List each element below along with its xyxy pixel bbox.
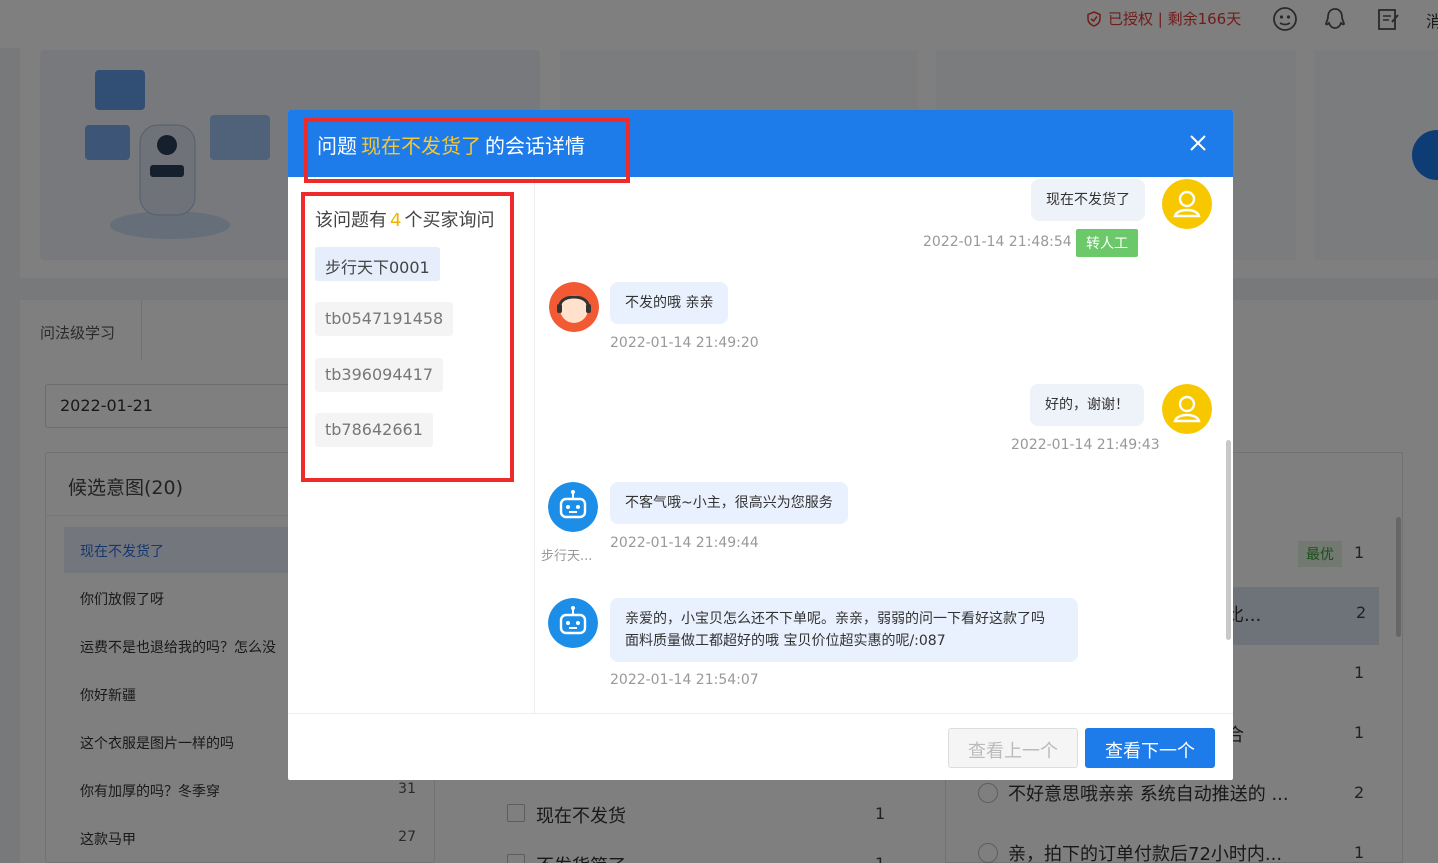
- chat-bubble-agent: 不发的哦 亲亲: [610, 282, 729, 324]
- agent-avatar-icon: [549, 282, 599, 332]
- message-time: 2022-01-14 21:48:54: [923, 234, 1072, 250]
- modal-footer: 查看上一个 查看下一个: [288, 713, 1233, 780]
- robot-avatar-icon: [548, 482, 598, 532]
- robot-avatar-icon: [548, 598, 598, 648]
- next-button[interactable]: 查看下一个: [1085, 728, 1215, 768]
- chat-bubble-bot: 不客气哦~小主，很高兴为您服务: [610, 482, 848, 524]
- chat-transcript[interactable]: 现在不发货了 2022-01-14 21:48:54 转人工 不发的哦 亲亲 2…: [536, 177, 1233, 713]
- prev-button[interactable]: 查看上一个: [948, 728, 1078, 768]
- chat-bubble-buyer: 现在不发货了: [1031, 179, 1145, 221]
- message-time: 2022-01-14 21:49:20: [610, 335, 759, 351]
- annotation-box-title: [304, 118, 630, 183]
- transfer-human-badge: 转人工: [1076, 229, 1138, 257]
- message-time: 2022-01-14 21:49:44: [610, 535, 759, 551]
- buyer-avatar-icon: [1162, 179, 1212, 229]
- buyer-avatar-icon: [1162, 384, 1212, 434]
- message-time: 2022-01-14 21:49:43: [1011, 437, 1160, 453]
- bot-name: 步行天...: [541, 549, 593, 564]
- chat-bubble-bot: 亲爱的，小宝贝怎么还不下单呢。亲亲，弱弱的问一下看好这款了吗 面料质量做工都超好…: [610, 598, 1078, 662]
- chat-bubble-buyer: 好的，谢谢！: [1030, 384, 1144, 426]
- message-time: 2022-01-14 21:54:07: [610, 672, 759, 688]
- annotation-box-buyers: [301, 192, 514, 482]
- close-icon[interactable]: [1189, 134, 1207, 152]
- chat-scrollbar[interactable]: [1226, 440, 1231, 640]
